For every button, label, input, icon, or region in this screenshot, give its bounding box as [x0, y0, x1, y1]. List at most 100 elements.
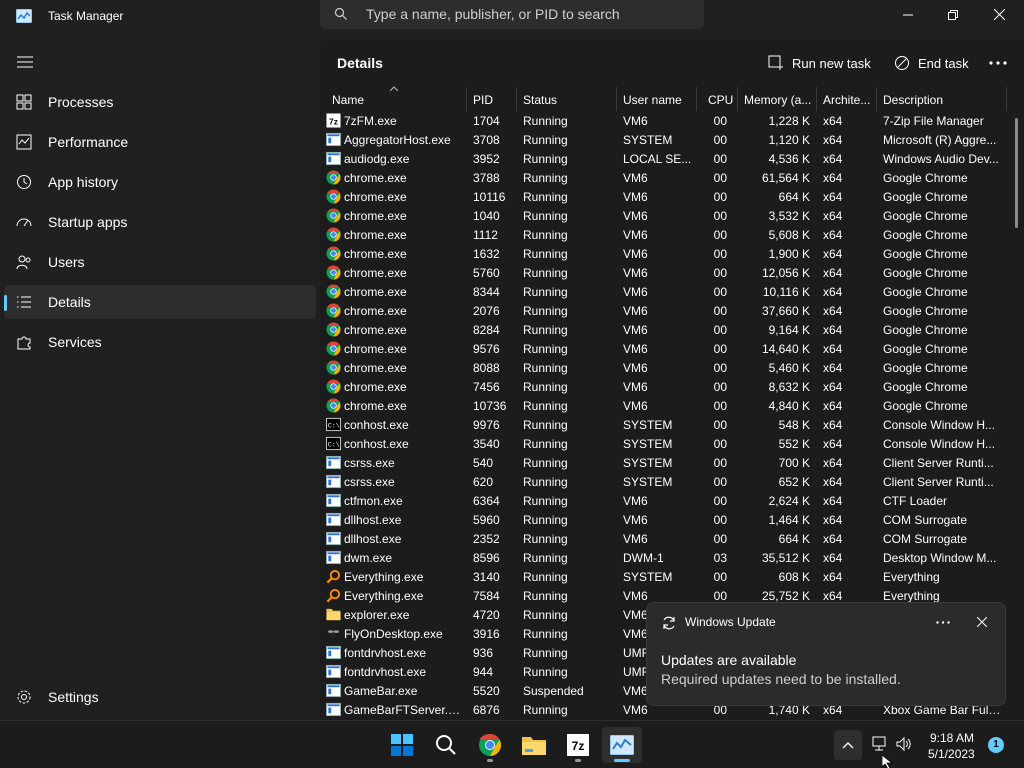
- table-row[interactable]: csrss.exe 620 Running SYSTEM 00 652 K x64 Clien…: [320, 472, 1024, 491]
- hamburger-icon: [17, 56, 33, 68]
- cell-pid: 1632: [473, 247, 500, 261]
- clock-time[interactable]: 9:18 AM: [930, 731, 974, 745]
- application-icon: [326, 683, 341, 698]
- column-header-user-name[interactable]: User name: [617, 87, 697, 111]
- table-row[interactable]: ctfmon.exe 6364 Running VM6 00 2,624 K x64 CTF …: [320, 491, 1024, 510]
- run-new-task-button[interactable]: Run new task: [768, 50, 871, 76]
- table-row[interactable]: chrome.exe 2076 Running VM6 00 37,660 K x64 Goo…: [320, 301, 1024, 320]
- table-row[interactable]: chrome.exe 1040 Running VM6 00 3,532 K x64 Goog…: [320, 206, 1024, 225]
- table-row[interactable]: csrss.exe 540 Running SYSTEM 00 700 K x64 Clien…: [320, 453, 1024, 472]
- cell-user: LOCAL SE...: [623, 152, 692, 166]
- table-row[interactable]: chrome.exe 5760 Running VM6 00 12,056 K x64 Goo…: [320, 263, 1024, 282]
- table-row[interactable]: chrome.exe 3788 Running VM6 00 61,564 K x64 Goo…: [320, 168, 1024, 187]
- cell-name: conhost.exe: [344, 418, 409, 432]
- table-row[interactable]: AggregatorHost.exe 3708 Running SYSTEM 00 1,1…: [320, 130, 1024, 149]
- table-row[interactable]: chrome.exe 1112 Running VM6 00 5,608 K x64 Goog…: [320, 225, 1024, 244]
- minimize-button[interactable]: [885, 0, 931, 29]
- search-box[interactable]: [320, 0, 704, 29]
- table-row[interactable]: chrome.exe 10736 Running VM6 00 4,840 K x64 Goo…: [320, 396, 1024, 415]
- taskbar-file-explorer-button[interactable]: [514, 727, 554, 763]
- cell-user: SYSTEM: [623, 418, 673, 432]
- table-row[interactable]: chrome.exe 8284 Running VM6 00 9,164 K x64 Goog…: [320, 320, 1024, 339]
- cell-desc: 7-Zip File Manager: [883, 114, 984, 128]
- taskbar-7zip-button[interactable]: 7z: [558, 727, 598, 763]
- notification-center-badge[interactable]: 1: [988, 737, 1004, 753]
- show-hidden-icons-button[interactable]: [834, 730, 862, 760]
- cell-user: VM6: [623, 532, 648, 546]
- cell-arch: x64: [823, 209, 843, 223]
- start-button[interactable]: [382, 727, 422, 763]
- table-row[interactable]: dwm.exe 8596 Running DWM-1 03 35,512 K x64 Desk…: [320, 548, 1024, 567]
- vertical-scrollbar[interactable]: [1015, 118, 1018, 228]
- menu-toggle-button[interactable]: [14, 52, 36, 72]
- performance-graph-icon: [16, 134, 32, 150]
- table-row[interactable]: dllhost.exe 5960 Running VM6 00 1,464 K x64 COM…: [320, 510, 1024, 529]
- more-options-button[interactable]: [984, 52, 1012, 74]
- cell-mem: 700 K: [778, 456, 810, 470]
- table-row[interactable]: C:\ conhost.exe 3540 Running SYSTEM 00 552 K x6…: [320, 434, 1024, 453]
- svg-text:C:\: C:\: [328, 441, 340, 448]
- chrome-icon: [479, 733, 501, 756]
- taskbar-chrome-button[interactable]: [470, 727, 510, 763]
- table-row[interactable]: audiodg.exe 3952 Running LOCAL SE... 00 4,536…: [320, 149, 1024, 168]
- taskbar-search-button[interactable]: [426, 727, 466, 763]
- cell-user: VM6: [623, 171, 648, 185]
- fly-icon: [326, 626, 341, 641]
- column-header-label: Description: [883, 93, 944, 107]
- column-header-pid[interactable]: PID: [467, 87, 517, 111]
- cell-status: Running: [523, 114, 568, 128]
- network-icon[interactable]: [870, 735, 888, 753]
- column-header-memory[interactable]: Memory (a...: [738, 87, 817, 111]
- column-header-name[interactable]: Name: [320, 87, 467, 111]
- cell-name: csrss.exe: [344, 456, 395, 470]
- cell-user: VM6: [623, 380, 648, 394]
- notification-title: Updates are available: [661, 652, 797, 668]
- cell-name: FlyOnDesktop.exe: [344, 627, 443, 641]
- sidebar-item-services[interactable]: Services: [4, 325, 316, 359]
- table-row[interactable]: chrome.exe 7456 Running VM6 00 8,632 K x64 Goog…: [320, 377, 1024, 396]
- sidebar-item-performance[interactable]: Performance: [4, 125, 316, 159]
- cell-desc: Google Chrome: [883, 342, 968, 356]
- table-row[interactable]: chrome.exe 1632 Running VM6 00 1,900 K x64 Goog…: [320, 244, 1024, 263]
- cell-mem: 1,900 K: [768, 247, 810, 261]
- sidebar-item-settings[interactable]: Settings: [4, 680, 316, 714]
- table-row[interactable]: dllhost.exe 2352 Running VM6 00 664 K x64 COM S…: [320, 529, 1024, 548]
- table-row[interactable]: chrome.exe 10116 Running VM6 00 664 K x64 Googl…: [320, 187, 1024, 206]
- volume-icon[interactable]: [895, 735, 913, 753]
- sidebar-item-app-history[interactable]: App history: [4, 165, 316, 199]
- windows-update-notification[interactable]: Windows Update Updates are available Req…: [646, 602, 1006, 706]
- table-row[interactable]: chrome.exe 9576 Running VM6 00 14,640 K x64 Goo…: [320, 339, 1024, 358]
- cell-desc: Console Window H...: [883, 437, 996, 451]
- notification-close-button[interactable]: [971, 611, 993, 633]
- column-header-description[interactable]: Description: [877, 87, 1007, 111]
- end-task-button[interactable]: End task: [894, 50, 969, 76]
- sidebar-item-details[interactable]: Details: [4, 285, 316, 319]
- windows-logo-icon: [391, 734, 413, 756]
- table-row[interactable]: Everything.exe 3140 Running SYSTEM 00 608 K x6…: [320, 567, 1024, 586]
- cell-arch: x64: [823, 418, 843, 432]
- taskbar-task-manager-button[interactable]: [602, 727, 642, 763]
- cell-cpu: 00: [713, 532, 727, 546]
- cell-cpu: 00: [713, 152, 727, 166]
- table-row[interactable]: 7z 7zFM.exe 1704 Running VM6 00 1,228 K x64 7-Zi…: [320, 111, 1024, 130]
- minimize-icon: [903, 14, 913, 15]
- table-row[interactable]: chrome.exe 8088 Running VM6 00 5,460 K x64 Goog…: [320, 358, 1024, 377]
- restore-button[interactable]: [930, 0, 976, 29]
- cell-name: dllhost.exe: [344, 532, 402, 546]
- table-row[interactable]: chrome.exe 8344 Running VM6 00 10,116 K x64 Goo…: [320, 282, 1024, 301]
- cell-mem: 35,512 K: [761, 551, 810, 565]
- search-input[interactable]: [366, 3, 686, 25]
- sidebar-item-users[interactable]: Users: [4, 245, 316, 279]
- table-row[interactable]: C:\ conhost.exe 9976 Running SYSTEM 00 548 K x6…: [320, 415, 1024, 434]
- sidebar-item-processes[interactable]: Processes: [4, 85, 316, 119]
- column-header-cpu[interactable]: CPU: [697, 87, 738, 111]
- cell-desc: Google Chrome: [883, 190, 968, 204]
- svg-text:7z: 7z: [572, 739, 585, 753]
- clock-date[interactable]: 5/1/2023: [928, 747, 975, 761]
- column-header-architecture[interactable]: Archite...: [817, 87, 877, 111]
- sidebar-item-startup-apps[interactable]: Startup apps: [4, 205, 316, 239]
- close-button[interactable]: [976, 0, 1022, 29]
- column-header-status[interactable]: Status: [517, 87, 617, 111]
- notification-more-button[interactable]: [931, 611, 955, 633]
- cell-pid: 6364: [473, 494, 500, 508]
